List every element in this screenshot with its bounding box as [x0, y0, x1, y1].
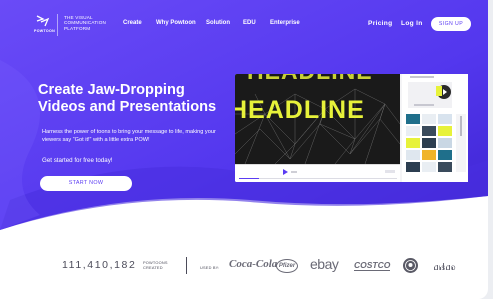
- hero-free-text: Get started for free today!: [42, 157, 113, 164]
- hero-section: POWTOON THE VISUAL COMMUNICATION PLATFOR…: [0, 0, 488, 230]
- brand-tagline: THE VISUAL COMMUNICATION PLATFORM: [64, 15, 107, 31]
- starbucks-logo: [403, 258, 418, 273]
- nav-solution[interactable]: Solution: [206, 20, 230, 26]
- editor-canvas: HEADLINE HEADLINE: [235, 74, 400, 164]
- start-now-button[interactable]: START NOW: [40, 176, 132, 191]
- costco-logo: COSTCO: [354, 260, 391, 271]
- hero-headline: Create Jaw-Dropping Videos and Presentat…: [38, 82, 238, 115]
- editor-preview: HEADLINE HEADLINE: [235, 74, 468, 182]
- nav-create[interactable]: Create: [123, 20, 142, 26]
- nav-enterprise[interactable]: Enterprise: [270, 20, 300, 26]
- starbucks-siren-icon: [405, 260, 416, 271]
- nav-edu[interactable]: EDU: [243, 20, 256, 26]
- nav-pricing[interactable]: Pricing: [368, 20, 392, 27]
- pfizer-logo: Pfizer: [276, 259, 298, 273]
- nav-login[interactable]: Log In: [401, 20, 423, 27]
- stats-divider: [186, 257, 187, 274]
- powtoons-created-count: 111,410,182: [62, 259, 137, 271]
- powtoon-logo-icon: [36, 15, 50, 27]
- ebay-logo: ebay: [310, 256, 339, 272]
- powtoons-created-label: POWTOONS CREATED: [143, 260, 168, 270]
- powtoon-logo[interactable]: POWTOON: [34, 14, 58, 36]
- canvas-headline-top: HEADLINE: [247, 74, 373, 85]
- nav-why-powtoon[interactable]: Why Powtoon: [156, 20, 196, 26]
- used-by-label: USED BY:: [200, 265, 220, 270]
- signup-button[interactable]: SIGN UP: [431, 17, 471, 31]
- hero-subtext: Harness the power of toons to bring your…: [42, 129, 216, 143]
- page-card: POWTOON THE VISUAL COMMUNICATION PLATFOR…: [0, 0, 488, 299]
- timeline-controls: [235, 165, 400, 182]
- cisco-wordmark: CISCO: [434, 266, 457, 272]
- logo-word: POWTOON: [34, 29, 56, 33]
- editor-side-panel: [402, 74, 468, 182]
- count-label-line-2: CREATED: [143, 264, 163, 270]
- top-navigation: POWTOON THE VISUAL COMMUNICATION PLATFOR…: [0, 0, 488, 50]
- headline-line-2: Videos and Presentations: [38, 98, 217, 115]
- editor-timeline: [235, 164, 400, 182]
- cisco-logo: CISCO: [432, 258, 458, 274]
- coca-cola-logo: Coca-Cola: [229, 258, 278, 270]
- side-panel-thumbnails: [402, 74, 468, 182]
- canvas-headline-main: HEADLINE: [235, 96, 365, 124]
- headline-line-1: Create Jaw-Dropping: [38, 82, 185, 98]
